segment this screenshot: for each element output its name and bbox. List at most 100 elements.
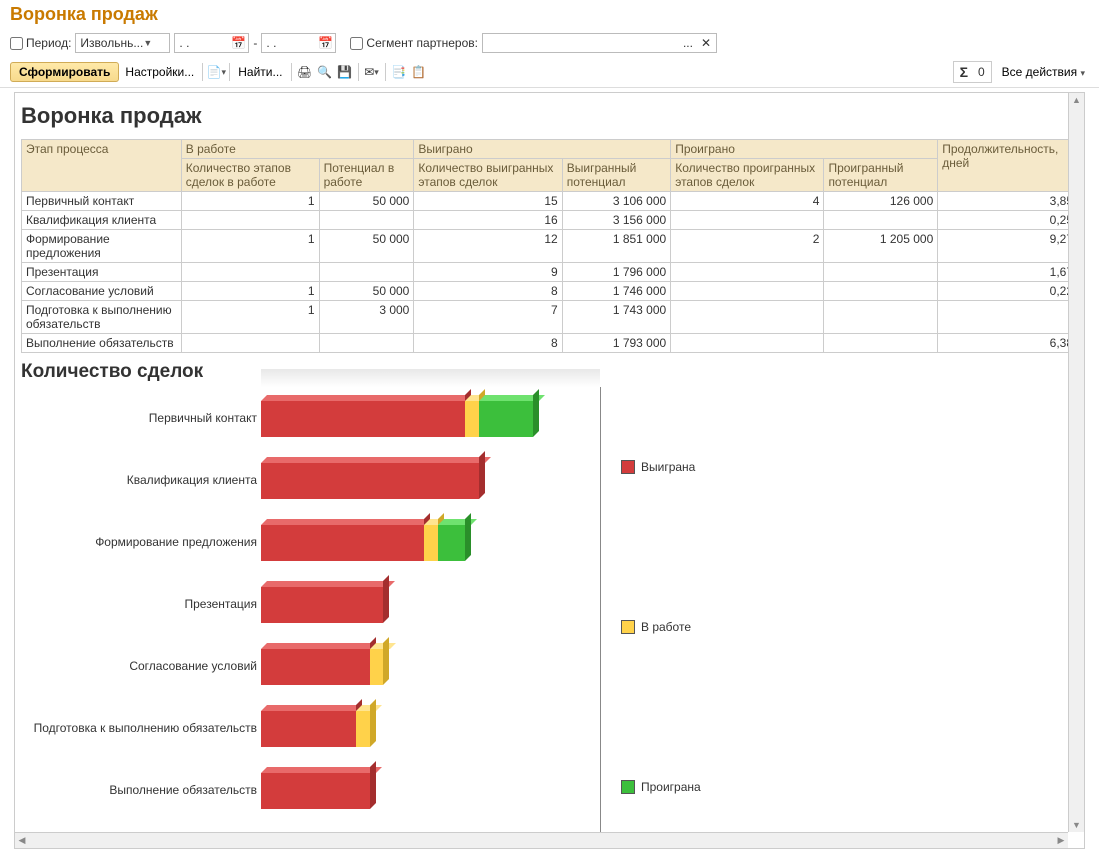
col-lost: Проиграно xyxy=(671,140,938,159)
segment-input[interactable]: ... ✕ xyxy=(482,33,717,53)
calendar-icon[interactable]: 📅 xyxy=(230,35,246,51)
scrollbar-vertical[interactable]: ▲ ▼ xyxy=(1068,93,1084,832)
chart-bar xyxy=(356,711,370,747)
period-checkbox[interactable] xyxy=(10,37,23,50)
cell: 1 743 000 xyxy=(562,301,670,334)
segment-check-label[interactable]: Сегмент партнеров: xyxy=(350,36,478,50)
cell: 3 000 xyxy=(319,301,414,334)
col-pot-lost: Проигранный потенциал xyxy=(824,159,938,192)
cell: 8 xyxy=(414,334,562,353)
cell xyxy=(938,301,1078,334)
scrollbar-horizontal[interactable]: ◀ ▶ xyxy=(15,832,1068,848)
cell xyxy=(319,334,414,353)
cell xyxy=(824,263,938,282)
clear-icon[interactable]: ✕ xyxy=(698,35,714,51)
cell: 0,25 xyxy=(938,211,1078,230)
col-inwork: В работе xyxy=(181,140,414,159)
report-title: Воронка продаж xyxy=(21,103,1078,129)
export-icon[interactable]: 📑 xyxy=(390,63,408,81)
cell xyxy=(181,211,319,230)
cell: 7 xyxy=(414,301,562,334)
cell: 1 746 000 xyxy=(562,282,670,301)
cell: 50 000 xyxy=(319,230,414,263)
cell: Подготовка к выполнению обязательств xyxy=(22,301,182,334)
table-row: Презентация91 796 0001,67 xyxy=(22,263,1078,282)
chart-bar xyxy=(438,525,465,561)
cell xyxy=(824,282,938,301)
save-icon[interactable]: 💾 xyxy=(336,63,354,81)
period-check-label[interactable]: Период: xyxy=(10,36,71,50)
legend-item: Выиграна xyxy=(621,460,701,474)
page-title: Воронка продаж xyxy=(0,0,1099,29)
chart: Первичный контактКвалификация клиентаФор… xyxy=(21,387,1078,848)
settings-button[interactable]: Настройки... xyxy=(121,63,198,81)
preview-icon[interactable]: 🔍 xyxy=(316,63,334,81)
cell: 9,27 xyxy=(938,230,1078,263)
cell: Первичный контакт xyxy=(22,192,182,211)
cell xyxy=(824,301,938,334)
all-actions-label: Все действия xyxy=(1002,65,1077,79)
period-select[interactable]: Извольнь... ▼ xyxy=(75,33,170,53)
scroll-up-icon[interactable]: ▲ xyxy=(1070,93,1084,107)
scroll-right-icon[interactable]: ▶ xyxy=(1054,834,1068,848)
export2-icon[interactable]: 📋 xyxy=(410,63,428,81)
segment-label: Сегмент партнеров: xyxy=(366,36,478,50)
settings-dropdown-icon[interactable]: 📄▾ xyxy=(207,63,225,81)
chart-bar xyxy=(261,463,479,499)
cell: 1,67 xyxy=(938,263,1078,282)
find-button[interactable]: Найти... xyxy=(234,63,286,81)
cell: 1 205 000 xyxy=(824,230,938,263)
chart-bar xyxy=(261,525,424,561)
chart-bar xyxy=(479,401,533,437)
date-to-input[interactable]: . . 📅 xyxy=(261,33,336,53)
calendar-icon[interactable]: 📅 xyxy=(317,35,333,51)
print-icon[interactable]: 🖨 xyxy=(296,63,314,81)
date-dash: - xyxy=(253,36,257,50)
segment-checkbox[interactable] xyxy=(350,37,363,50)
cell: 3 106 000 xyxy=(562,192,670,211)
cell: 1 xyxy=(181,230,319,263)
cell: 126 000 xyxy=(824,192,938,211)
legend-label: Проиграна xyxy=(641,780,701,794)
chart-bar xyxy=(261,649,370,685)
dropdown-icon: ▼ xyxy=(143,38,152,48)
generate-button[interactable]: Сформировать xyxy=(10,62,119,82)
col-duration: Продолжительность, дней xyxy=(938,140,1078,192)
chart-bar xyxy=(261,711,356,747)
cell: Формирование предложения xyxy=(22,230,182,263)
cell: 3,85 xyxy=(938,192,1078,211)
date-from-value: . . xyxy=(179,36,189,50)
ellipsis-icon[interactable]: ... xyxy=(680,35,696,51)
chart-bar xyxy=(424,525,438,561)
cell: Презентация xyxy=(22,263,182,282)
chart-bar xyxy=(261,773,370,809)
chart-plot: 0510152025 xyxy=(261,387,601,848)
legend-item: В работе xyxy=(621,620,701,634)
cell xyxy=(671,282,824,301)
col-stage: Этап процесса xyxy=(22,140,182,192)
cell: Квалификация клиента xyxy=(22,211,182,230)
legend-label: В работе xyxy=(641,620,691,634)
cell: 1 851 000 xyxy=(562,230,670,263)
table-row: Формирование предложения150 000121 851 0… xyxy=(22,230,1078,263)
cell xyxy=(824,211,938,230)
cell xyxy=(671,263,824,282)
all-actions-button[interactable]: Все действия ▾ xyxy=(998,63,1089,81)
cell: 12 xyxy=(414,230,562,263)
mail-icon[interactable]: ✉▾ xyxy=(363,63,381,81)
cell xyxy=(319,263,414,282)
cell xyxy=(319,211,414,230)
date-to-value: . . xyxy=(266,36,276,50)
chart-category-label: Формирование предложения xyxy=(21,511,261,573)
report-area: Воронка продаж Этап процесса В работе Вы… xyxy=(14,92,1085,849)
date-from-input[interactable]: . . 📅 xyxy=(174,33,249,53)
table-row: Квалификация клиента163 156 0000,25 xyxy=(22,211,1078,230)
scroll-left-icon[interactable]: ◀ xyxy=(15,834,29,848)
chart-category-label: Выполнение обязательств xyxy=(21,759,261,821)
legend-swatch xyxy=(621,620,635,634)
cell xyxy=(824,334,938,353)
cell: 1 793 000 xyxy=(562,334,670,353)
sigma-icon: Σ xyxy=(960,64,968,80)
scroll-down-icon[interactable]: ▼ xyxy=(1070,818,1084,832)
chart-bar xyxy=(465,401,479,437)
